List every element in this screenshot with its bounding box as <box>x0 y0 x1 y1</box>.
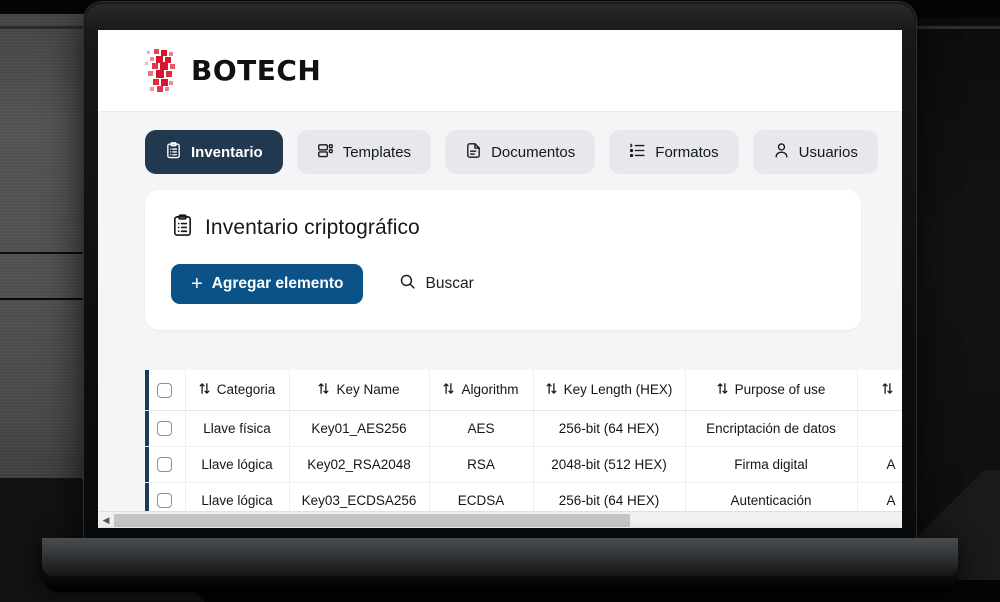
table-header: Categoria Key Name Algorithm Key Length … <box>145 370 902 411</box>
cell-purpose: Encriptación de datos <box>685 410 858 447</box>
column-header-algorithm[interactable]: Algorithm <box>429 370 534 411</box>
inventory-table: Categoria Key Name Algorithm Key Length … <box>145 370 902 519</box>
scrollbar-track[interactable] <box>114 512 902 529</box>
laptop-foot <box>42 576 958 592</box>
cell-extra <box>857 410 902 447</box>
sort-icon[interactable] <box>546 382 557 398</box>
sort-icon[interactable] <box>882 382 893 398</box>
cell-algorithm: AES <box>429 410 534 447</box>
laptop-base <box>42 538 958 578</box>
row-accent-bar <box>145 410 149 446</box>
brand-logo: BOTECH <box>145 48 322 93</box>
row-accent-bar <box>145 370 149 410</box>
cell-key-name: Key02_RSA2048 <box>289 446 430 483</box>
sort-icon[interactable] <box>443 382 454 398</box>
tab-label: Templates <box>342 143 412 161</box>
cell-key-length: 256-bit (64 HEX) <box>533 410 686 447</box>
row-accent-bar <box>145 446 149 482</box>
select-all-checkbox[interactable] <box>157 382 173 398</box>
add-element-button[interactable]: + Agregar elemento <box>171 264 364 304</box>
inventory-table-container: Categoria Key Name Algorithm Key Length … <box>145 370 902 519</box>
cell-categoria: Llave lógica <box>185 446 290 483</box>
search-icon <box>399 273 416 295</box>
inventory-panel: Inventario criptográfico + Agregar eleme… <box>145 190 861 330</box>
row-select-cell <box>145 446 186 483</box>
document-icon <box>465 142 482 163</box>
main-nav-tabs: Inventario Templates Documentos Formatos… <box>98 112 902 190</box>
clipboard-icon <box>165 141 182 163</box>
tab-formatos[interactable]: Formatos <box>609 130 739 174</box>
brand-name: BOTECH <box>191 54 322 87</box>
tab-label: Documentos <box>491 143 576 161</box>
column-header-key-name[interactable]: Key Name <box>289 370 430 411</box>
plus-icon: + <box>191 273 203 295</box>
tab-documentos[interactable]: Documentos <box>445 130 596 174</box>
user-icon <box>773 142 790 163</box>
cell-algorithm: RSA <box>429 446 534 483</box>
botech-pixel-logo-icon <box>145 48 181 93</box>
tab-templates[interactable]: Templates <box>296 130 432 174</box>
row-select-cell <box>145 410 186 447</box>
table-header-row: Categoria Key Name Algorithm Key Length … <box>145 370 902 411</box>
table-row[interactable]: Llave física Key01_AES256 AES 256-bit (6… <box>145 410 902 447</box>
laptop-screen: BOTECH Inventario Templates Documentos F… <box>98 30 902 528</box>
column-header-key-length[interactable]: Key Length (HEX) <box>533 370 686 411</box>
cell-categoria: Llave física <box>185 410 290 447</box>
sort-icon[interactable] <box>199 382 210 398</box>
table-row[interactable]: Llave lógica Key02_RSA2048 RSA 2048-bit … <box>145 446 902 483</box>
table-body: Llave física Key01_AES256 AES 256-bit (6… <box>145 410 902 519</box>
sort-icon[interactable] <box>717 382 728 398</box>
app-window: BOTECH Inventario Templates Documentos F… <box>98 30 902 528</box>
tab-inventario[interactable]: Inventario <box>145 130 283 174</box>
app-header: BOTECH <box>98 30 902 112</box>
clipboard-list-icon <box>171 214 194 242</box>
column-label: Purpose of use <box>734 382 826 398</box>
cell-key-name: Key01_AES256 <box>289 410 430 447</box>
sort-icon[interactable] <box>318 382 329 398</box>
cell-key-length: 2048-bit (512 HEX) <box>533 446 686 483</box>
laptop-lid: BOTECH Inventario Templates Documentos F… <box>84 2 916 542</box>
row-checkbox[interactable] <box>157 492 173 508</box>
panel-actions: + Agregar elemento Buscar <box>171 264 861 304</box>
tab-label: Inventario <box>191 143 263 161</box>
horizontal-scrollbar[interactable]: ◀ <box>98 511 902 528</box>
laptop-mockup: BOTECH Inventario Templates Documentos F… <box>42 2 958 602</box>
column-label: Key Name <box>336 382 400 398</box>
row-checkbox[interactable] <box>157 456 173 472</box>
add-element-label: Agregar elemento <box>211 275 344 292</box>
select-all-cell <box>145 370 186 411</box>
cell-purpose: Firma digital <box>685 446 858 483</box>
column-header-purpose[interactable]: Purpose of use <box>685 370 858 411</box>
search-button[interactable]: Buscar <box>399 273 474 295</box>
column-header-next[interactable] <box>857 370 902 411</box>
column-label: Algorithm <box>461 382 519 398</box>
page-title: Inventario criptográfico <box>205 216 420 239</box>
list-icon <box>629 142 646 163</box>
layout-template-icon <box>317 142 334 163</box>
search-label: Buscar <box>425 275 474 292</box>
scrollbar-thumb[interactable] <box>114 513 630 527</box>
column-header-categoria[interactable]: Categoria <box>185 370 290 411</box>
panel-title-row: Inventario criptográfico <box>171 214 861 242</box>
cell-extra: A <box>857 446 902 483</box>
tab-label: Usuarios <box>798 143 858 161</box>
row-checkbox[interactable] <box>157 420 173 436</box>
column-label: Categoria <box>216 382 276 398</box>
column-label: Key Length (HEX) <box>563 382 673 398</box>
tab-label: Formatos <box>655 143 719 161</box>
scroll-left-arrow-icon[interactable]: ◀ <box>98 515 114 526</box>
tab-usuarios[interactable]: Usuarios <box>752 130 878 174</box>
